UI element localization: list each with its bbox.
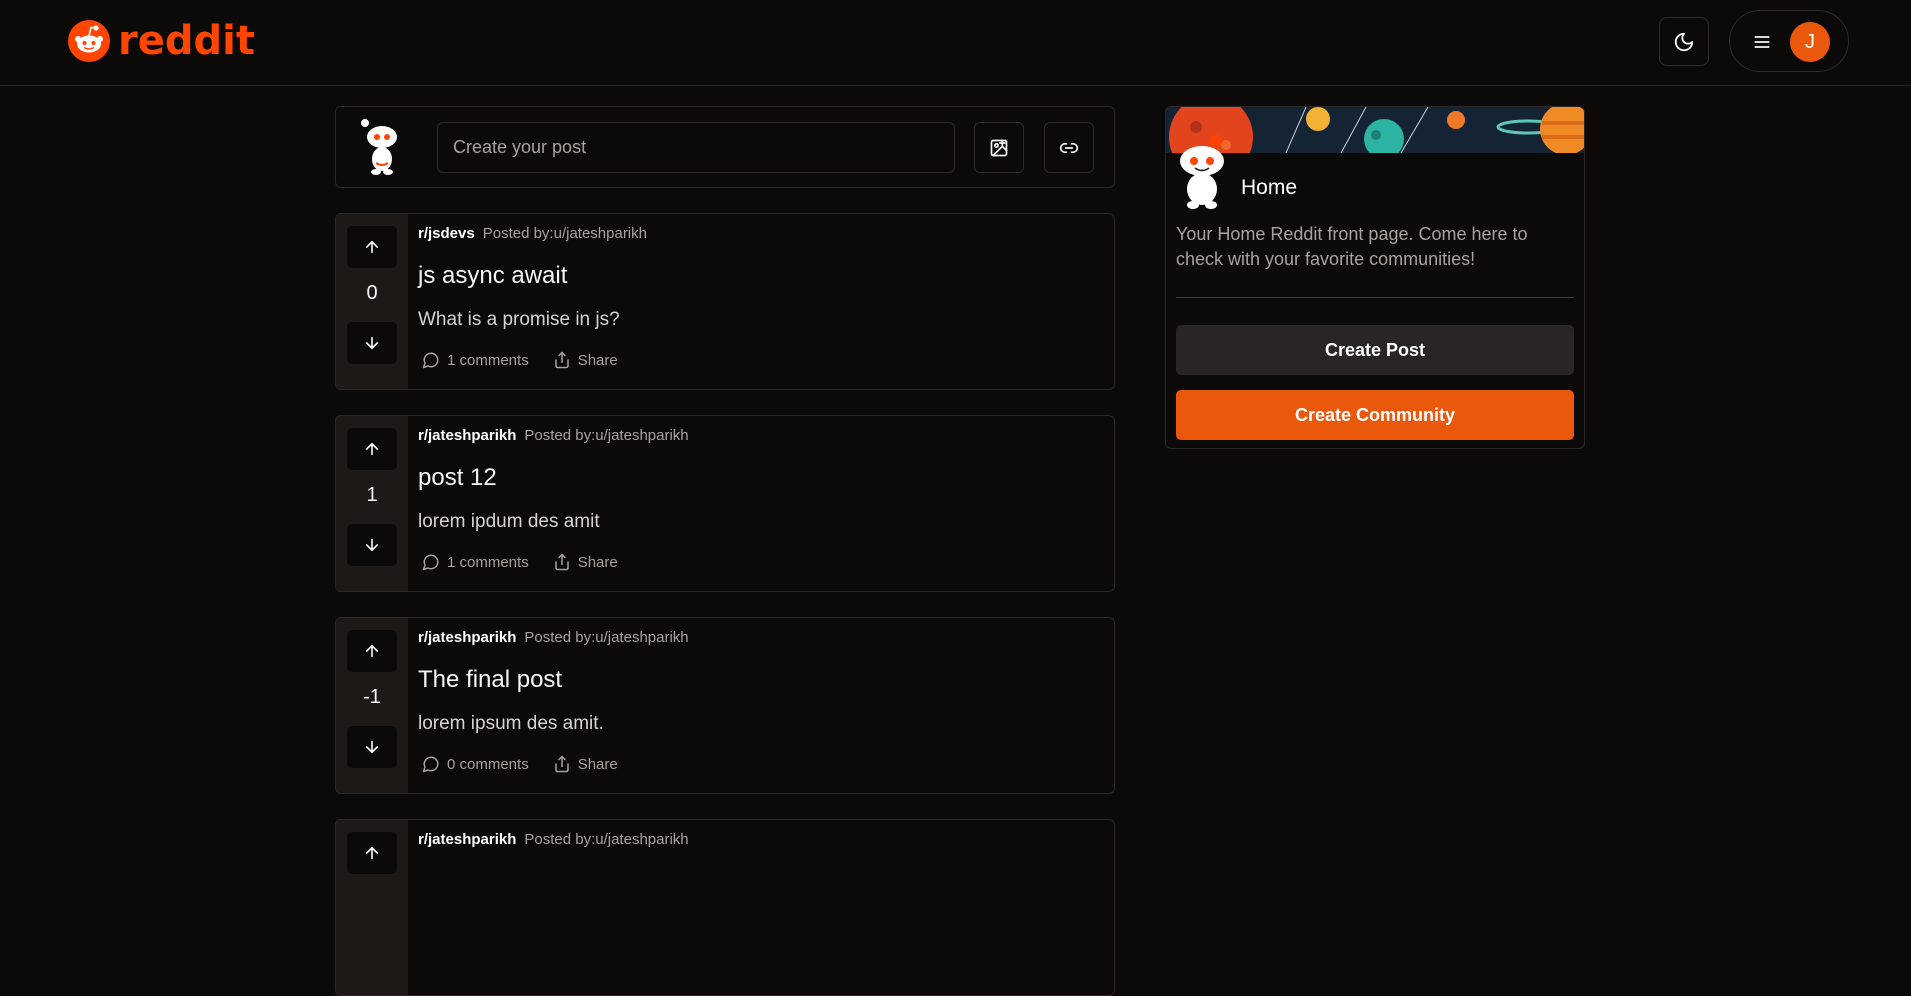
arrow-down-icon [365, 336, 379, 350]
share-button[interactable]: Share [553, 351, 618, 369]
downvote-button[interactable] [347, 524, 397, 566]
share-button[interactable]: Share [553, 755, 618, 773]
vote-count: 1 [366, 484, 378, 506]
arrow-up-icon [365, 644, 379, 658]
share-icon [554, 351, 569, 369]
image-upload-icon [990, 139, 1008, 156]
reddit-logo-icon [68, 20, 110, 62]
post-meta: r/jsdevs Posted by:u/jateshparikh [418, 225, 647, 242]
post-text: lorem ipsum des amit. [418, 713, 604, 734]
share-icon [554, 553, 569, 571]
downvote-button[interactable] [347, 726, 397, 768]
comments-button[interactable]: 0 comments [422, 755, 529, 773]
post-author[interactable]: Posted by:u/jateshparikh [524, 831, 688, 848]
hamburger-icon [1754, 36, 1770, 48]
create-post-input[interactable]: Create your post [437, 122, 955, 173]
post-title[interactable]: post 12 [418, 464, 497, 492]
post-card[interactable]: 0 r/jsdevs Posted by:u/jateshparikh js as… [335, 213, 1115, 390]
comment-icon [422, 756, 439, 773]
reddit-logo[interactable]: reddit [68, 18, 255, 64]
arrow-up-icon [365, 442, 379, 456]
share-label: Share [577, 755, 618, 773]
subreddit-link[interactable]: r/jateshparikh [418, 427, 516, 444]
share-label: Share [577, 351, 618, 369]
home-sidebar-card: Home Your Home Reddit front page. Come h… [1165, 106, 1585, 449]
share-button[interactable]: Share [553, 553, 618, 571]
upvote-button[interactable] [347, 428, 397, 470]
vote-count: -1 [363, 686, 381, 708]
vote-count: 0 [366, 282, 378, 304]
post-author[interactable]: Posted by:u/jateshparikh [524, 427, 688, 444]
moon-icon [1674, 32, 1694, 51]
snoo-mascot-icon [1180, 135, 1224, 209]
vote-column: 1 [336, 416, 408, 591]
comments-button[interactable]: 1 comments [422, 351, 529, 369]
sidebar-title: Home [1241, 176, 1298, 199]
comments-count: 1 comments [447, 553, 529, 571]
subreddit-link[interactable]: r/jateshparikh [418, 629, 516, 646]
comments-button[interactable]: 1 comments [422, 553, 529, 571]
create-community-button[interactable]: Create Community [1176, 390, 1574, 440]
snoo-avatar-icon [361, 119, 397, 175]
post-card[interactable]: 1 r/jateshparikh Posted by:u/jateshparikh… [335, 415, 1115, 592]
add-link-button[interactable] [1044, 122, 1094, 173]
post-text: What is a promise in js? [418, 309, 620, 330]
comment-icon [422, 352, 439, 369]
share-icon [554, 755, 569, 773]
post-actions: 1 comments Share [422, 351, 618, 369]
downvote-button[interactable] [347, 322, 397, 364]
subreddit-link[interactable]: r/jsdevs [418, 225, 475, 242]
post-meta: r/jateshparikh Posted by:u/jateshparikh [418, 831, 689, 848]
subreddit-link[interactable]: r/jateshparikh [418, 831, 516, 848]
post-author[interactable]: Posted by:u/jateshparikh [483, 225, 647, 242]
vote-column: -1 [336, 618, 408, 793]
link-icon [1059, 142, 1079, 153]
upvote-button[interactable] [347, 832, 397, 874]
post-actions: 1 comments Share [422, 553, 618, 571]
divider [1176, 297, 1574, 298]
post-title[interactable]: js async await [418, 262, 567, 290]
create-post-button[interactable]: Create Post [1176, 325, 1574, 375]
vote-column [336, 820, 408, 995]
upload-image-button[interactable] [974, 122, 1024, 173]
post-title[interactable]: The final post [418, 666, 562, 694]
upvote-button[interactable] [347, 226, 397, 268]
share-label: Share [577, 553, 618, 571]
comments-count: 1 comments [447, 351, 529, 369]
post-author[interactable]: Posted by:u/jateshparikh [524, 629, 688, 646]
create-post-composer: Create your post [335, 106, 1115, 188]
arrow-up-icon [365, 846, 379, 860]
vote-column: 0 [336, 214, 408, 389]
post-text: lorem ipdum des amit [418, 511, 600, 532]
post-actions: 0 comments Share [422, 755, 618, 773]
arrow-down-icon [365, 538, 379, 552]
post-meta: r/jateshparikh Posted by:u/jateshparikh [418, 427, 689, 444]
comment-icon [422, 554, 439, 571]
user-avatar: J [1790, 22, 1830, 62]
comments-count: 0 comments [447, 755, 529, 773]
post-card[interactable]: -1 r/jateshparikh Posted by:u/jateshparik… [335, 617, 1115, 794]
arrow-up-icon [365, 240, 379, 254]
user-menu-button[interactable]: J [1729, 10, 1849, 72]
top-navbar: reddit J [0, 0, 1911, 86]
arrow-down-icon [365, 740, 379, 754]
sidebar-description: Your Home Reddit front page. Come here t… [1176, 224, 1528, 269]
reddit-wordmark: reddit [118, 18, 255, 64]
post-meta: r/jateshparikh Posted by:u/jateshparikh [418, 629, 689, 646]
upvote-button[interactable] [347, 630, 397, 672]
post-card[interactable]: r/jateshparikh Posted by:u/jateshparikh [335, 819, 1115, 996]
theme-toggle-button[interactable] [1659, 17, 1709, 66]
